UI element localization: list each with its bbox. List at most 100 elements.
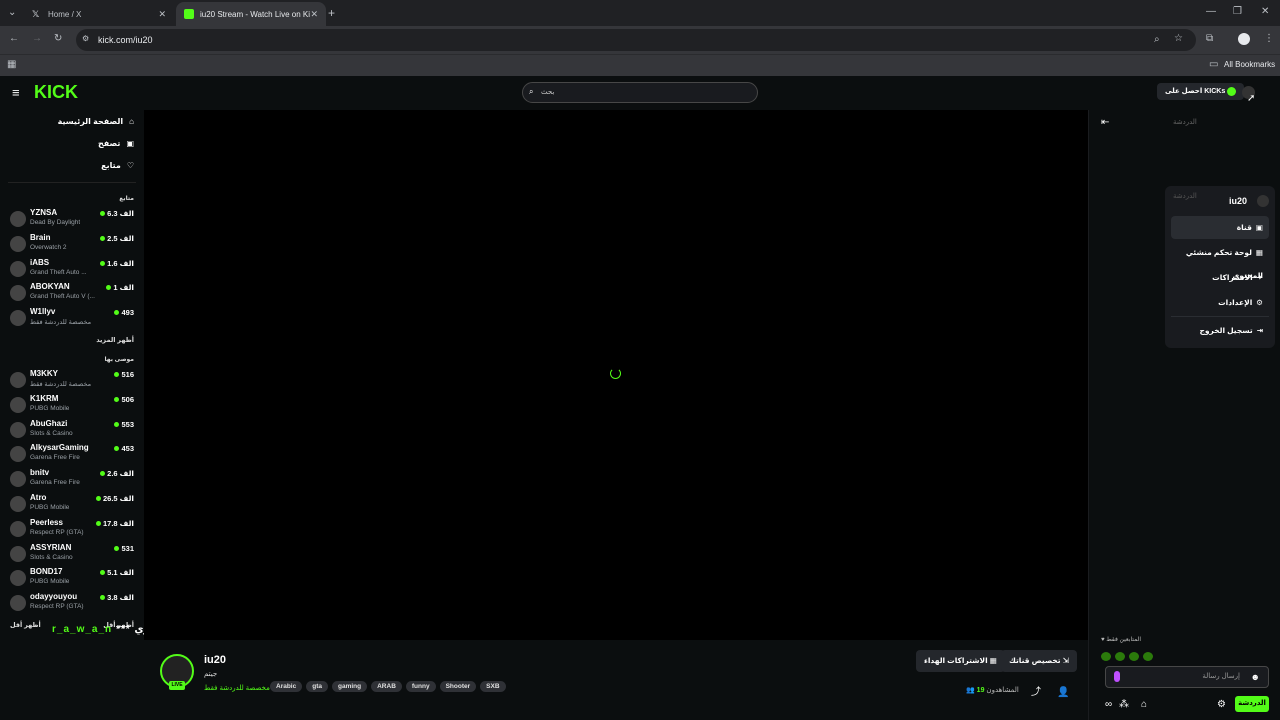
sidebar-channel-row[interactable]: Atro PUBG Mobile 26.5 الف (0, 491, 144, 516)
sidebar-channel-row[interactable]: K1KRM PUBG Mobile 506 (0, 392, 144, 417)
chat-settings-icon[interactable]: ⚙ (1217, 700, 1226, 710)
window-close-icon[interactable]: ✕ (1261, 6, 1269, 17)
viewer-number: 6.3 الف (107, 209, 134, 218)
viewer-count: 6.3 الف (100, 209, 134, 218)
dashboard-icon: ▦ (1255, 248, 1263, 257)
badges-icon[interactable]: ⁂ (1119, 700, 1129, 710)
sidebar-channel-row[interactable]: ASSYRIAN Slots & Casino 531 (0, 541, 144, 566)
profile-avatar-icon[interactable] (1238, 33, 1250, 45)
user-menu-avatar (1257, 195, 1269, 207)
tag-chip[interactable]: gta (306, 681, 328, 692)
tag-chip[interactable]: Shooter (439, 681, 477, 692)
search-icon: ⌕ (529, 87, 534, 96)
tag-chip[interactable]: funny (405, 681, 436, 692)
gift-subs-button[interactable]: الاشتراكات الهداء ▦ (916, 650, 1005, 672)
site-info-icon[interactable]: ⚙ (82, 35, 89, 43)
viewer-count: 5.1 الف (100, 568, 134, 577)
share-icon[interactable]: ⤴ (1031, 688, 1041, 698)
emote-icon[interactable] (1129, 652, 1139, 661)
tag-chip[interactable]: SXB (480, 681, 506, 692)
viewer-number: 1.6 الف (107, 258, 134, 268)
emote-icon[interactable] (1115, 652, 1125, 661)
video-player[interactable] (144, 110, 1088, 640)
customize-channel-button[interactable]: تخصيص قناتك ⇲ (1001, 650, 1077, 672)
emote-icon[interactable] (1143, 652, 1153, 661)
sidebar-channel-row[interactable]: AbuGhazi Slots & Casino 553 (0, 417, 144, 442)
bookmark-star-icon[interactable]: ☆ (1174, 34, 1183, 44)
emote-icon[interactable] (1101, 652, 1111, 661)
follow-icon[interactable]: 👤 (1057, 688, 1069, 698)
channel-name: BOND17 (30, 567, 63, 577)
maximize-icon[interactable]: ❐ (1233, 6, 1242, 17)
channel-name: odayyouyou (30, 592, 78, 602)
sidebar-channel-row[interactable]: AlkysarGaming Garena Free Fire 453 (0, 441, 144, 466)
nav-home[interactable]: ⌂ الصفحة الرئيسية (0, 110, 144, 132)
forward-icon[interactable]: → (32, 34, 42, 44)
viewer-number: 516 (121, 369, 134, 379)
sidebar-channel-row[interactable]: W1llyv مخصصة للدردشة فقط 493 (0, 305, 144, 330)
customize-label: تخصيص قناتك (1009, 656, 1061, 665)
close-icon[interactable]: ✕ (158, 9, 166, 20)
viewer-count: 453 (114, 444, 134, 453)
get-kicks-label: احصل على KICKs (1165, 88, 1226, 95)
all-bookmarks-label[interactable]: All Bookmarks (1224, 60, 1275, 69)
avatar (10, 421, 26, 438)
tag-chip[interactable]: Arabic (270, 681, 303, 692)
emoji-icon[interactable]: ☻ (1251, 667, 1260, 687)
sidebar-channel-row[interactable]: Peerless Respect RP (GTA) 17.8 الف (0, 516, 144, 541)
nav-label: تصفح (98, 138, 121, 148)
sidebar-channel-row[interactable]: iABS Grand Theft Auto ... 1.6 الف (0, 256, 144, 281)
sidebar-channel-row[interactable]: ABOKYAN Grand Theft Auto V (... 1 الف (0, 280, 144, 305)
show-more-link[interactable]: أظهر المزيد (0, 330, 144, 350)
nav-browse[interactable]: ▣ تصفح (0, 132, 144, 154)
tag-chip[interactable]: gaming (331, 681, 368, 692)
sidebar-channel-row[interactable]: M3KKY مخصصة للدردشة فقط 516 (0, 367, 144, 392)
tab-home-x[interactable]: 𝕏 Home / X ✕ (24, 2, 174, 26)
stream-category[interactable]: مخصصة للدردشة فقط (204, 684, 270, 692)
channel-name[interactable]: iu20 (204, 654, 226, 666)
reload-icon[interactable]: ↻ (54, 34, 62, 44)
channel-name: W1llyv (30, 307, 56, 317)
mic-icon[interactable] (1114, 671, 1120, 682)
browser-tab-strip: ⌄ 𝕏 Home / X ✕ iu20 Stream - Watch Live … (0, 0, 1280, 26)
extensions-icon[interactable]: ⧉ (1206, 34, 1213, 44)
following-list: YZNSA Dead By Daylight 6.3 الف Brain Overwat… (0, 206, 144, 330)
hamburger-menu-icon[interactable]: ≡ (12, 86, 20, 99)
channel-name: ABOKYAN (30, 282, 70, 292)
menu-item-channel[interactable]: ▣قناة (1171, 216, 1269, 239)
back-icon[interactable]: ← (9, 34, 19, 44)
menu-item-settings[interactable]: ⚙الإعدادات (1171, 291, 1269, 314)
menu-item-dashboard[interactable]: ▦لوحة تحكم منشئي المحتوى (1171, 241, 1269, 280)
sidebar-channel-row[interactable]: Brain Overwatch 2 2.5 الف (0, 231, 144, 256)
channel-name: ASSYRIAN (30, 542, 72, 552)
collapse-chat-icon[interactable]: ⇤ (1101, 118, 1109, 128)
tab-search-icon[interactable]: ⌄ (8, 8, 16, 18)
new-tab-icon[interactable]: + (328, 7, 335, 19)
viewer-number: 553 (121, 419, 134, 429)
minimize-icon[interactable]: — (1206, 6, 1216, 17)
close-icon[interactable]: ✕ (310, 9, 318, 20)
viewers-icon: 👥 (966, 687, 975, 694)
kick-logo[interactable]: KICK (34, 82, 78, 103)
sidebar-channel-row[interactable]: BOND17 PUBG Mobile 5.1 الف (0, 565, 144, 590)
live-dot-icon (114, 371, 120, 377)
menu-item-subscriptions[interactable]: ✦الاشتراكات (1171, 266, 1269, 289)
url-field[interactable]: kick.com/iu20 (76, 29, 1196, 51)
tag-chip[interactable]: ARAB (371, 681, 402, 692)
sidebar-channel-row[interactable]: odayyouyou Respect RP (GTA) 3.8 الف (0, 590, 144, 615)
apps-grid-icon[interactable]: ▦ (7, 60, 16, 70)
get-kicks-button[interactable]: احصل على KICKs (1157, 83, 1245, 100)
store-icon[interactable]: ⌂ (1141, 700, 1147, 710)
viewer-number: 3.8 الف (107, 593, 134, 603)
menu-dots-icon[interactable]: ⋮ (1264, 34, 1274, 44)
chat-send-button[interactable]: الدردشة (1235, 696, 1269, 712)
sidebar-channel-row[interactable]: YZNSA Dead By Daylight 6.3 الف (0, 206, 144, 231)
search-input[interactable]: ⌕ بحث (522, 82, 758, 103)
nav-following[interactable]: ♡ متابع (0, 154, 144, 176)
chat-message-input[interactable]: إرسال رسالة ☻ (1105, 666, 1269, 688)
tab-kick-iu20[interactable]: iu20 Stream - Watch Live on Kick ✕ (176, 2, 326, 26)
zoom-icon[interactable]: ⌕ (1154, 35, 1160, 45)
sidebar-channel-row[interactable]: bnitv Garena Free Fire 2.6 الف (0, 466, 144, 491)
menu-item-logout[interactable]: ⇥تسجيل الخروج (1171, 319, 1269, 342)
infinity-icon[interactable]: ∞ (1105, 700, 1112, 710)
